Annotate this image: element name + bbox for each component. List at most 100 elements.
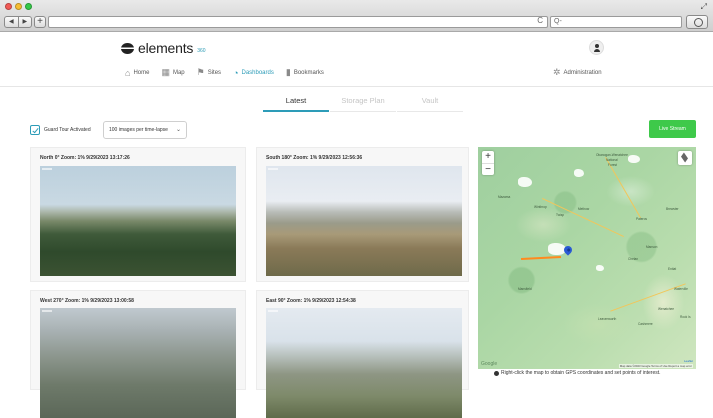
images-per-timelapse-value: 100 images per time-lapse bbox=[109, 127, 168, 133]
map-place-label: Waterville bbox=[674, 287, 688, 291]
brand-suffix: 360 bbox=[197, 48, 206, 54]
map-place-label: Mazama bbox=[498, 195, 511, 199]
header-divider bbox=[0, 86, 713, 87]
nav-item-label: Sites bbox=[207, 69, 222, 76]
live-stream-button[interactable]: Live Stream bbox=[649, 120, 696, 138]
nav-item-map[interactable]: ▦ Map bbox=[161, 67, 184, 78]
tab-latest[interactable]: Latest bbox=[263, 96, 329, 112]
administration-label: Administration bbox=[563, 69, 602, 76]
image-timestamp-overlay bbox=[268, 310, 278, 312]
bookmark-icon: ▮ bbox=[285, 67, 291, 77]
map-place-label: Rock Is bbox=[680, 315, 691, 319]
dashboard-icon: ◔ bbox=[233, 67, 239, 78]
nav-item-home[interactable]: ⌂ Home bbox=[125, 67, 149, 78]
map-place-label: Winthrop bbox=[534, 205, 547, 209]
nav-item-administration[interactable]: ✲ Administration bbox=[553, 67, 602, 78]
map-hint-text: Right-click the map to obtain GPS coordi… bbox=[501, 370, 661, 376]
map-place-label: Brewster bbox=[666, 207, 679, 211]
map-terrain-patch bbox=[574, 169, 584, 177]
camera-title: North 0° Zoom: 1% 9/29/2023 13:17:26 bbox=[40, 155, 130, 161]
map-place-label: National bbox=[606, 158, 618, 162]
user-avatar-icon[interactable] bbox=[589, 40, 604, 55]
map-terrain-patch bbox=[628, 155, 640, 163]
guard-tour-checkbox[interactable] bbox=[30, 125, 40, 135]
guard-tour-label: Guard Tour Activated bbox=[44, 127, 91, 133]
reload-icon[interactable]: C bbox=[537, 16, 543, 25]
images-per-timelapse-select[interactable]: 100 images per time-lapse ⌄ bbox=[103, 121, 187, 139]
brand-name: elements bbox=[138, 40, 194, 56]
camera-image-west[interactable] bbox=[40, 308, 236, 418]
page-menu-button[interactable] bbox=[686, 15, 708, 29]
map-place-label: Forest bbox=[608, 163, 618, 167]
camera-image-east[interactable] bbox=[266, 308, 462, 418]
zoom-out-button[interactable]: − bbox=[482, 163, 494, 175]
window-controls bbox=[5, 3, 32, 10]
map-attribution[interactable]: Map data ©2023 Google Terms of Use Repor… bbox=[618, 364, 693, 368]
browser-window: ⤢ ◀ ▶ + C Q- elements 360 ⌂ Home ▦ Map ⚑… bbox=[0, 0, 713, 418]
camera-card-south[interactable]: South 180° Zoom: 1% 9/29/2023 12:56:36 bbox=[256, 147, 469, 282]
nav-item-label: Home bbox=[133, 69, 150, 76]
camera-title: South 180° Zoom: 1% 9/29/2023 12:56:36 bbox=[266, 155, 363, 161]
tab-storage-plan[interactable]: Storage Plan bbox=[330, 96, 396, 112]
logo-mark-icon bbox=[121, 42, 134, 54]
map-terrain-patch bbox=[596, 265, 604, 271]
map-place-label: Methow bbox=[578, 207, 590, 211]
map-place-label: Leavenworth bbox=[598, 317, 617, 321]
nav-item-label: Dashboards bbox=[241, 69, 274, 76]
sites-icon: ⚑ bbox=[196, 67, 205, 77]
camera-image-south[interactable] bbox=[266, 166, 462, 276]
google-logo: Google bbox=[481, 361, 498, 367]
map-place-label: Cashmere bbox=[638, 322, 653, 326]
map-zoom-control: + − bbox=[482, 151, 494, 175]
home-icon: ⌂ bbox=[125, 67, 131, 78]
back-button[interactable]: ◀ bbox=[5, 17, 18, 27]
map-layers-icon[interactable] bbox=[678, 151, 692, 165]
history-buttons: ◀ ▶ bbox=[4, 16, 32, 28]
tab-vault[interactable]: Vault bbox=[397, 96, 463, 112]
nav-item-sites[interactable]: ⚑ Sites bbox=[197, 67, 221, 78]
map-hint: Right-click the map to obtain GPS coordi… bbox=[494, 370, 661, 376]
camera-card-north[interactable]: North 0° Zoom: 1% 9/29/2023 13:17:26 bbox=[30, 147, 246, 282]
nav-item-bookmarks[interactable]: ▮ Bookmarks bbox=[286, 67, 324, 78]
maximize-window-button[interactable] bbox=[25, 3, 32, 10]
resize-icon[interactable]: ⤢ bbox=[701, 2, 707, 12]
nav-item-label: Bookmarks bbox=[293, 69, 324, 76]
main-nav: ⌂ Home ▦ Map ⚑ Sites ◔ Dashboards ▮ Book… bbox=[125, 67, 324, 78]
close-window-button[interactable] bbox=[5, 3, 12, 10]
map-place-label: Twisp bbox=[556, 213, 565, 217]
camera-title: East 90° Zoom: 1% 9/29/2023 12:54:38 bbox=[266, 298, 356, 304]
forward-button[interactable]: ▶ bbox=[17, 17, 32, 27]
map-place-label: Mansfield bbox=[518, 287, 532, 291]
camera-card-east[interactable]: East 90° Zoom: 1% 9/29/2023 12:54:38 bbox=[256, 290, 469, 418]
minimize-window-button[interactable] bbox=[15, 3, 22, 10]
camera-card-west[interactable]: West 270° Zoom: 1% 9/29/2023 13:00:58 bbox=[30, 290, 246, 418]
camera-image-north[interactable] bbox=[40, 166, 236, 276]
map-terrain-patch bbox=[518, 177, 532, 187]
leaflet-attribution-link[interactable]: Leaflet bbox=[684, 359, 693, 363]
guard-tour-toggle[interactable]: Guard Tour Activated bbox=[30, 125, 91, 135]
map-road bbox=[542, 198, 624, 237]
camera-field-of-view-line bbox=[520, 255, 562, 261]
map-place-label: Pateros bbox=[636, 217, 647, 221]
map-place-label: Wenatchee bbox=[658, 307, 675, 311]
browser-chrome: ⤢ ◀ ▶ + C Q- bbox=[0, 0, 713, 32]
map-place-label: Okanogan-Wenatchee bbox=[596, 153, 628, 157]
gear-icon: ✲ bbox=[553, 67, 561, 77]
image-timestamp-overlay bbox=[268, 168, 278, 170]
image-timestamp-overlay bbox=[42, 168, 52, 170]
view-tabs: Latest Storage Plan Vault bbox=[263, 96, 463, 112]
map-place-label: Entiat bbox=[668, 267, 677, 271]
map-place-label: Manson bbox=[646, 245, 658, 249]
map-icon: ▦ bbox=[161, 67, 170, 77]
brand-logo[interactable]: elements 360 bbox=[121, 40, 206, 56]
address-bar[interactable]: C bbox=[48, 16, 548, 28]
nav-item-dashboards[interactable]: ◔ Dashboards bbox=[233, 67, 274, 78]
zoom-in-button[interactable]: + bbox=[482, 151, 494, 163]
camera-title: West 270° Zoom: 1% 9/29/2023 13:00:58 bbox=[40, 298, 134, 304]
info-bullet-icon bbox=[494, 370, 499, 376]
site-map[interactable]: Okanogan-Wenatchee National Forest Mazam… bbox=[478, 147, 696, 369]
nav-item-label: Map bbox=[172, 69, 185, 76]
browser-search-field[interactable]: Q- bbox=[550, 16, 682, 28]
new-tab-button[interactable]: + bbox=[34, 16, 46, 28]
chevron-down-icon: ⌄ bbox=[175, 127, 181, 133]
